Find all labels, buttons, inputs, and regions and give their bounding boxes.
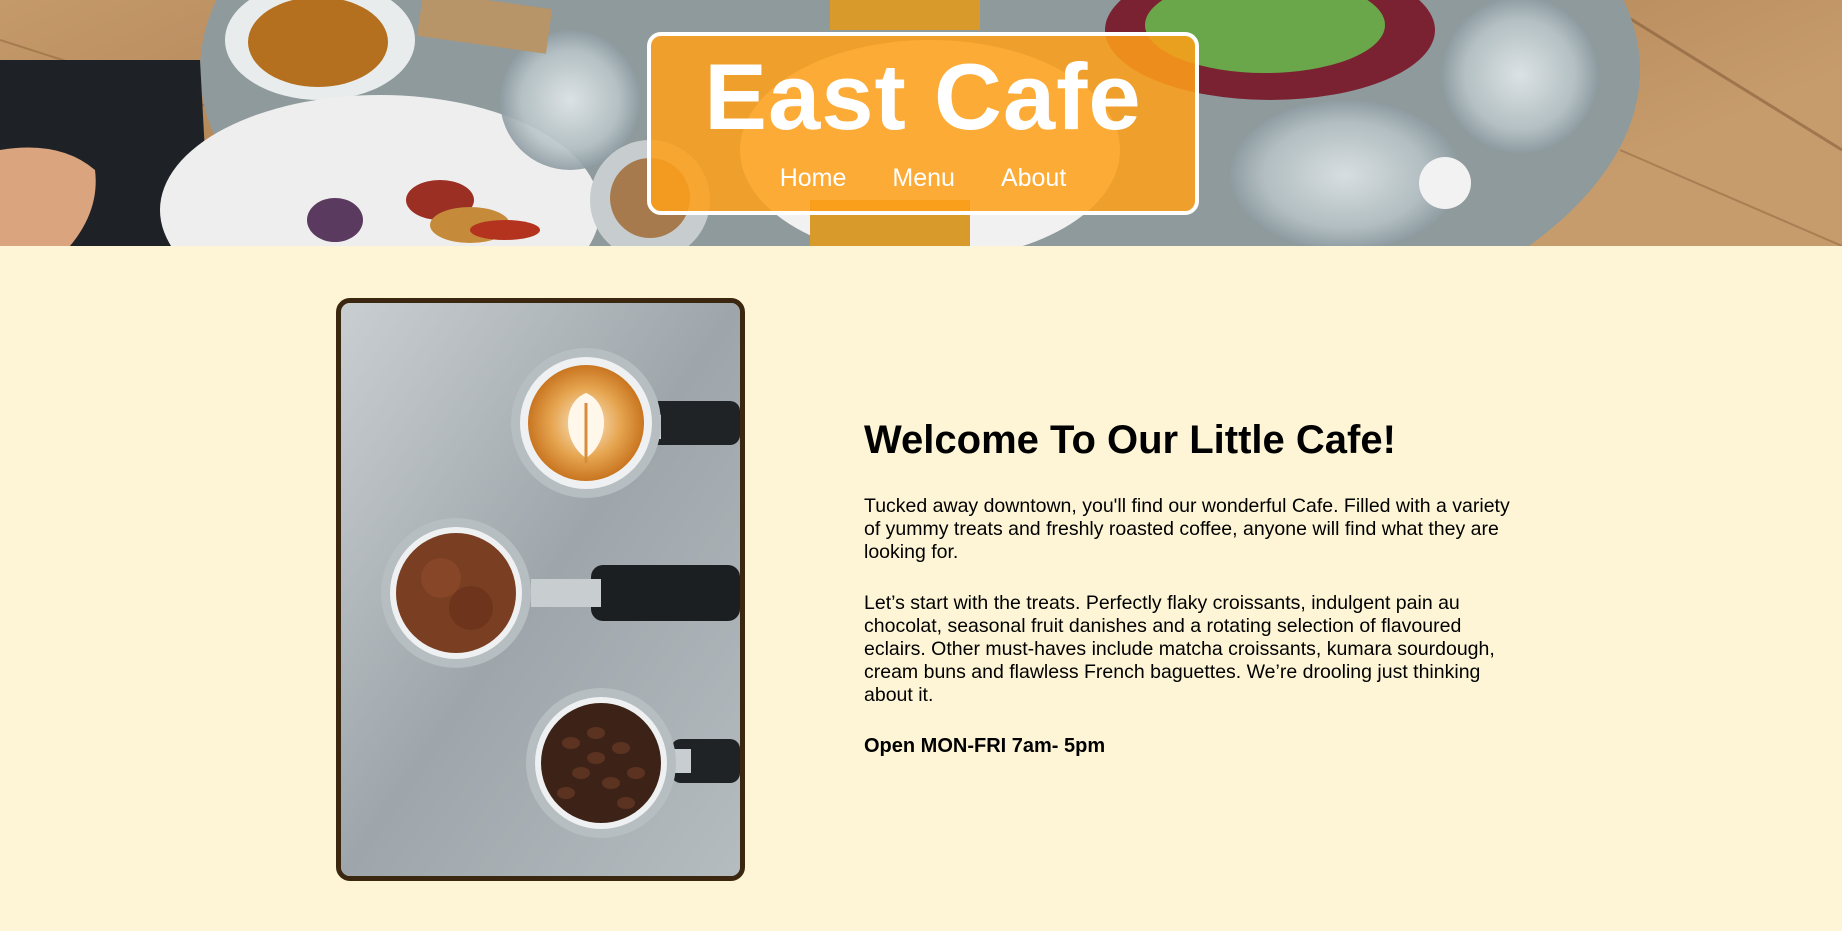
nav-link-about[interactable]: About: [1001, 164, 1066, 193]
coffee-portafilters-photo: [341, 303, 740, 876]
nav-link-menu[interactable]: Menu: [892, 164, 955, 193]
intro-heading: Welcome To Our Little Cafe!: [864, 418, 1396, 462]
intro-paragraph-1: Tucked away downtown, you'll find our wo…: [864, 495, 1510, 563]
opening-hours: Open MON-FRI 7am- 5pm: [864, 735, 1106, 757]
brand-box: East Cafe Home Menu About: [647, 32, 1199, 215]
main-nav: Home Menu About: [651, 164, 1195, 193]
nav-link-home[interactable]: Home: [780, 164, 847, 193]
site-title: East Cafe: [704, 44, 1142, 149]
intro-section: Welcome To Our Little Cafe! Tucked away …: [864, 418, 1514, 786]
feature-photo-frame: [336, 298, 745, 881]
hero-banner: East Cafe Home Menu About: [0, 0, 1842, 246]
intro-paragraph-2: Let’s start with the treats. Perfectly f…: [864, 592, 1495, 706]
